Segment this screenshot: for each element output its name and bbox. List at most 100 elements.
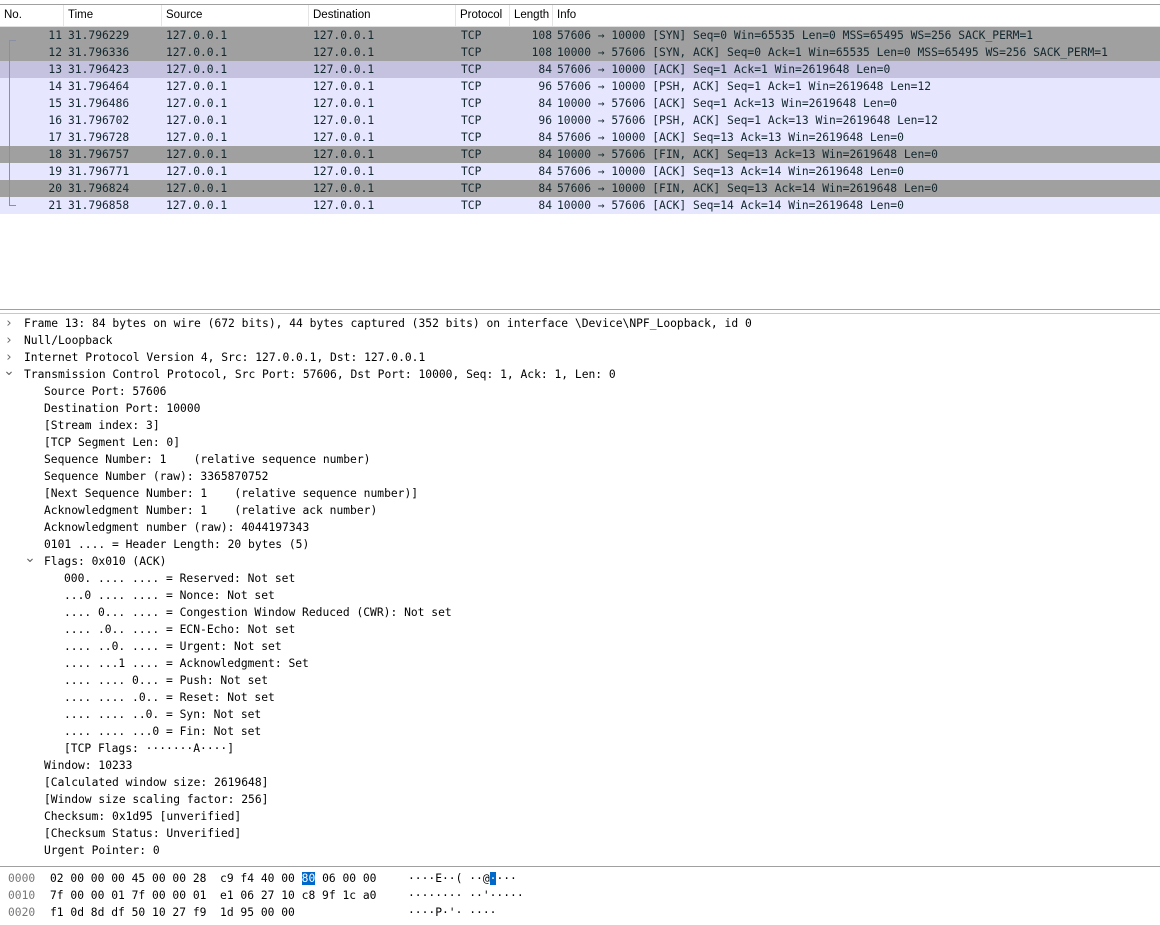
- detail-tree-item[interactable]: Destination Port: 10000: [44, 400, 200, 417]
- column-header-time[interactable]: Time: [64, 5, 162, 26]
- packet-row[interactable]: 19 31.796771 127.0.0.1 127.0.0.1 TCP 84 57606 …: [0, 163, 1160, 180]
- ascii-chars[interactable]: ····P·'· ····: [408, 906, 496, 919]
- packet-cell-time: 31.796229: [68, 29, 130, 42]
- bytes-line: 0010 7f 00 00 01 7f 00 00 01 e1 06 27 10 …: [0, 887, 1160, 904]
- packet-cell-src: 127.0.0.1: [166, 46, 228, 59]
- detail-tree-item[interactable]: [Checksum Status: Unverified]: [44, 825, 241, 842]
- packet-cell-time: 31.796858: [68, 199, 130, 212]
- detail-tree-item[interactable]: Sequence Number: 1 (relative sequence nu…: [44, 451, 370, 468]
- detail-tree-item[interactable]: .... .... ..0. = Syn: Not set: [64, 706, 261, 723]
- packet-row[interactable]: 16 31.796702 127.0.0.1 127.0.0.1 TCP 96 10000 …: [0, 112, 1160, 129]
- packet-cell-time: 31.796702: [68, 114, 130, 127]
- detail-tree-item[interactable]: [Calculated window size: 2619648]: [44, 774, 268, 791]
- packet-cell-info: 10000 → 57606 [FIN, ACK] Seq=13 Ack=13 W…: [557, 148, 938, 161]
- chevron-down-icon[interactable]: ⌄: [3, 364, 15, 383]
- bytes-hex[interactable]: 7f 00 00 01 7f 00 00 01 e1 06 27 10 c8 9…: [50, 887, 376, 904]
- packet-cell-len: 96: [538, 114, 552, 127]
- detail-tree-item[interactable]: [Stream index: 3]: [44, 417, 160, 434]
- detail-tree-item[interactable]: .... .... ...0 = Fin: Not set: [64, 723, 261, 740]
- bytes-line: 0000 02 00 00 00 45 00 00 28 c9 f4 40 00 …: [0, 870, 1160, 887]
- detail-tree-item[interactable]: .... .... 0... = Push: Not set: [64, 672, 268, 689]
- packet-row[interactable]: 14 31.796464 127.0.0.1 127.0.0.1 TCP 96 57606 …: [0, 78, 1160, 95]
- packet-cell-len: 108: [531, 46, 552, 59]
- column-header-info[interactable]: Info: [553, 5, 1160, 26]
- bytes-ascii[interactable]: ····P·'· ····: [408, 904, 496, 921]
- detail-tree-item[interactable]: [TCP Segment Len: 0]: [44, 434, 180, 451]
- packet-row[interactable]: 21 31.796858 127.0.0.1 127.0.0.1 TCP 84 10000 …: [0, 197, 1160, 214]
- packet-cell-src: 127.0.0.1: [166, 80, 228, 93]
- detail-tree-item[interactable]: Internet Protocol Version 4, Src: 127.0.…: [24, 349, 425, 366]
- detail-tree-item[interactable]: 000. .... .... = Reserved: Not set: [64, 570, 295, 587]
- detail-tree-item[interactable]: ...0 .... .... = Nonce: Not set: [64, 587, 275, 604]
- chevron-down-icon[interactable]: ⌄: [24, 551, 36, 570]
- column-header-source[interactable]: Source: [162, 5, 309, 26]
- packet-cell-dst: 127.0.0.1: [313, 63, 375, 76]
- column-header-no[interactable]: No.: [0, 5, 64, 26]
- packet-row[interactable]: 11 31.796229 127.0.0.1 127.0.0.1 TCP 108 57606…: [0, 27, 1160, 44]
- detail-tree-item[interactable]: .... 0... .... = Congestion Window Reduc…: [64, 604, 452, 621]
- packet-list-pane[interactable]: No. Time Source Destination Protocol Len…: [0, 4, 1160, 310]
- detail-tree-item[interactable]: Source Port: 57606: [44, 383, 166, 400]
- packet-cell-len: 84: [538, 182, 552, 195]
- packet-cell-proto: TCP: [461, 46, 482, 59]
- detail-tree-item[interactable]: 0101 .... = Header Length: 20 bytes (5): [44, 536, 309, 553]
- packet-cell-proto: TCP: [461, 131, 482, 144]
- selected-byte[interactable]: 80: [301, 872, 316, 885]
- packet-cell-time: 31.796486: [68, 97, 130, 110]
- hex-bytes[interactable]: f1 0d 8d df 50 10 27 f9 1d 95 00 00: [50, 906, 295, 919]
- detail-tree-item[interactable]: Flags: 0x010 (ACK): [44, 553, 166, 570]
- detail-tree-item[interactable]: Acknowledgment number (raw): 4044197343: [44, 519, 309, 536]
- detail-tree-item[interactable]: .... .... .0.. = Reset: Not set: [64, 689, 275, 706]
- ascii-chars[interactable]: ····E··( ··@: [408, 872, 490, 885]
- detail-tree-item[interactable]: Acknowledgment Number: 1 (relative ack n…: [44, 502, 377, 519]
- chevron-right-icon[interactable]: ›: [3, 315, 15, 332]
- hex-bytes[interactable]: 7f 00 00 01 7f 00 00 01 e1 06 27 10 c8 9…: [50, 889, 376, 902]
- packet-cell-time: 31.796464: [68, 80, 130, 93]
- packet-details-pane[interactable]: › Frame 13: 84 bytes on wire (672 bits), …: [0, 313, 1160, 863]
- ascii-chars[interactable]: ···: [496, 872, 516, 885]
- packet-cell-time: 31.796757: [68, 148, 130, 161]
- bytes-ascii[interactable]: ········ ··'·····: [408, 887, 524, 904]
- bytes-ascii[interactable]: ····E··( ··@····: [408, 870, 517, 887]
- packet-cell-proto: TCP: [461, 199, 482, 212]
- packet-cell-dst: 127.0.0.1: [313, 29, 375, 42]
- detail-tree-item[interactable]: Urgent Pointer: 0: [44, 842, 160, 859]
- column-header-protocol[interactable]: Protocol: [456, 5, 510, 26]
- detail-tree-item[interactable]: Transmission Control Protocol, Src Port:…: [24, 366, 616, 383]
- packet-row[interactable]: 13 31.796423 127.0.0.1 127.0.0.1 TCP 84 57606 …: [0, 61, 1160, 78]
- bytes-offset: 0010: [8, 889, 36, 902]
- detail-tree-item[interactable]: .... ...1 .... = Acknowledgment: Set: [64, 655, 309, 672]
- detail-tree-item[interactable]: Null/Loopback: [24, 332, 112, 349]
- detail-tree-item[interactable]: [TCP Flags: ·······A····]: [64, 740, 234, 757]
- detail-tree-item[interactable]: Window: 10233: [44, 757, 132, 774]
- detail-tree-item[interactable]: Frame 13: 84 bytes on wire (672 bits), 4…: [24, 315, 752, 332]
- detail-tree-item[interactable]: [Window size scaling factor: 256]: [44, 791, 268, 808]
- ascii-chars[interactable]: ········ ··'·····: [408, 889, 524, 902]
- bytes-hex[interactable]: 02 00 00 00 45 00 00 28 c9 f4 40 00 80 0…: [50, 870, 376, 887]
- column-header-destination[interactable]: Destination: [309, 5, 456, 26]
- hex-bytes[interactable]: 02 00 00 00 45 00 00 28 c9 f4 40 00: [50, 872, 302, 885]
- detail-tree-item[interactable]: .... .0.. .... = ECN-Echo: Not set: [64, 621, 295, 638]
- detail-tree-item[interactable]: Sequence Number (raw): 3365870752: [44, 468, 268, 485]
- packet-cell-info: 57606 → 10000 [ACK] Seq=1 Ack=1 Win=2619…: [557, 63, 891, 76]
- packet-cell-info: 10000 → 57606 [ACK] Seq=14 Ack=14 Win=26…: [557, 199, 904, 212]
- bytes-hex[interactable]: f1 0d 8d df 50 10 27 f9 1d 95 00 00: [50, 904, 295, 921]
- chevron-right-icon[interactable]: ›: [3, 332, 15, 349]
- column-header-length[interactable]: Length: [510, 5, 553, 26]
- packet-row[interactable]: 20 31.796824 127.0.0.1 127.0.0.1 TCP 84 57606 …: [0, 180, 1160, 197]
- conversation-bracket: [9, 40, 11, 205]
- packet-row[interactable]: 12 31.796336 127.0.0.1 127.0.0.1 TCP 108 10000…: [0, 44, 1160, 61]
- detail-tree-item[interactable]: [Next Sequence Number: 1 (relative seque…: [44, 485, 418, 502]
- packet-row[interactable]: 17 31.796728 127.0.0.1 127.0.0.1 TCP 84 57606 …: [0, 129, 1160, 146]
- detail-tree-item[interactable]: .... ..0. .... = Urgent: Not set: [64, 638, 282, 655]
- packet-cell-time: 31.796423: [68, 63, 130, 76]
- packet-bytes-pane[interactable]: 0000 02 00 00 00 45 00 00 28 c9 f4 40 00 …: [0, 866, 1160, 925]
- packet-cell-info: 57606 → 10000 [ACK] Seq=13 Ack=14 Win=26…: [557, 165, 904, 178]
- detail-tree-item[interactable]: Checksum: 0x1d95 [unverified]: [44, 808, 241, 825]
- packet-cell-proto: TCP: [461, 29, 482, 42]
- packet-cell-dst: 127.0.0.1: [313, 97, 375, 110]
- packet-row[interactable]: 15 31.796486 127.0.0.1 127.0.0.1 TCP 84 10000 …: [0, 95, 1160, 112]
- packet-row[interactable]: 18 31.796757 127.0.0.1 127.0.0.1 TCP 84 10000 …: [0, 146, 1160, 163]
- packet-cell-time: 31.796824: [68, 182, 130, 195]
- hex-bytes[interactable]: 06 00 00: [315, 872, 376, 885]
